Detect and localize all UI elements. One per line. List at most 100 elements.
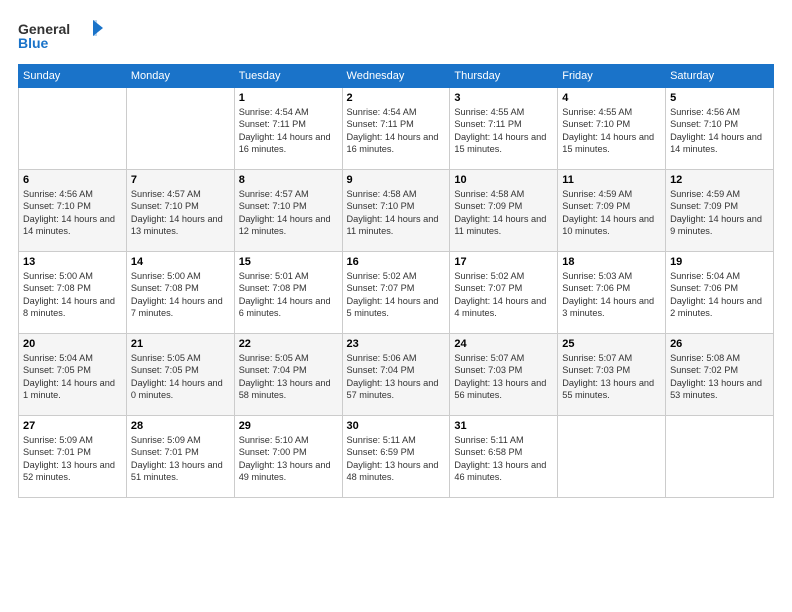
day-number: 18 xyxy=(562,256,661,268)
day-info: Sunrise: 5:00 AM Sunset: 7:08 PM Dayligh… xyxy=(23,270,122,320)
calendar-cell: 24 Sunrise: 5:07 AM Sunset: 7:03 PM Dayli… xyxy=(450,334,558,416)
day-number: 21 xyxy=(131,338,230,350)
calendar-cell: 9 Sunrise: 4:58 AM Sunset: 7:10 PM Daylig… xyxy=(342,170,450,252)
day-number: 3 xyxy=(454,92,553,104)
calendar-cell: 18 Sunrise: 5:03 AM Sunset: 7:06 PM Dayli… xyxy=(558,252,666,334)
day-number: 1 xyxy=(239,92,338,104)
logo: General Blue xyxy=(18,18,108,54)
day-info: Sunrise: 5:10 AM Sunset: 7:00 PM Dayligh… xyxy=(239,434,338,484)
day-info: Sunrise: 5:03 AM Sunset: 7:06 PM Dayligh… xyxy=(562,270,661,320)
day-number: 11 xyxy=(562,174,661,186)
weekday-header-saturday: Saturday xyxy=(666,65,774,88)
day-info: Sunrise: 5:00 AM Sunset: 7:08 PM Dayligh… xyxy=(131,270,230,320)
calendar-cell: 28 Sunrise: 5:09 AM Sunset: 7:01 PM Dayli… xyxy=(126,416,234,498)
calendar-cell xyxy=(126,88,234,170)
calendar-cell: 30 Sunrise: 5:11 AM Sunset: 6:59 PM Dayli… xyxy=(342,416,450,498)
day-info: Sunrise: 4:58 AM Sunset: 7:09 PM Dayligh… xyxy=(454,188,553,238)
day-info: Sunrise: 4:59 AM Sunset: 7:09 PM Dayligh… xyxy=(670,188,769,238)
day-info: Sunrise: 5:02 AM Sunset: 7:07 PM Dayligh… xyxy=(454,270,553,320)
day-info: Sunrise: 4:56 AM Sunset: 7:10 PM Dayligh… xyxy=(670,106,769,156)
calendar-cell xyxy=(666,416,774,498)
calendar-cell: 17 Sunrise: 5:02 AM Sunset: 7:07 PM Dayli… xyxy=(450,252,558,334)
day-info: Sunrise: 4:58 AM Sunset: 7:10 PM Dayligh… xyxy=(347,188,446,238)
day-number: 10 xyxy=(454,174,553,186)
day-info: Sunrise: 5:07 AM Sunset: 7:03 PM Dayligh… xyxy=(454,352,553,402)
weekday-header-wednesday: Wednesday xyxy=(342,65,450,88)
calendar-table: SundayMondayTuesdayWednesdayThursdayFrid… xyxy=(18,64,774,498)
svg-text:Blue: Blue xyxy=(18,35,49,51)
day-info: Sunrise: 4:54 AM Sunset: 7:11 PM Dayligh… xyxy=(239,106,338,156)
day-info: Sunrise: 5:04 AM Sunset: 7:06 PM Dayligh… xyxy=(670,270,769,320)
day-info: Sunrise: 5:07 AM Sunset: 7:03 PM Dayligh… xyxy=(562,352,661,402)
calendar-cell: 5 Sunrise: 4:56 AM Sunset: 7:10 PM Daylig… xyxy=(666,88,774,170)
day-number: 23 xyxy=(347,338,446,350)
day-info: Sunrise: 4:57 AM Sunset: 7:10 PM Dayligh… xyxy=(131,188,230,238)
weekday-header-friday: Friday xyxy=(558,65,666,88)
day-info: Sunrise: 4:54 AM Sunset: 7:11 PM Dayligh… xyxy=(347,106,446,156)
day-number: 6 xyxy=(23,174,122,186)
calendar-cell: 29 Sunrise: 5:10 AM Sunset: 7:00 PM Dayli… xyxy=(234,416,342,498)
day-number: 30 xyxy=(347,420,446,432)
day-number: 28 xyxy=(131,420,230,432)
day-info: Sunrise: 5:01 AM Sunset: 7:08 PM Dayligh… xyxy=(239,270,338,320)
day-info: Sunrise: 5:09 AM Sunset: 7:01 PM Dayligh… xyxy=(23,434,122,484)
calendar-cell: 14Sunrise: 5:00 AM Sunset: 7:08 PM Dayli… xyxy=(126,252,234,334)
day-info: Sunrise: 4:56 AM Sunset: 7:10 PM Dayligh… xyxy=(23,188,122,238)
day-number: 20 xyxy=(23,338,122,350)
calendar-cell: 16Sunrise: 5:02 AM Sunset: 7:07 PM Dayli… xyxy=(342,252,450,334)
day-info: Sunrise: 5:05 AM Sunset: 7:04 PM Dayligh… xyxy=(239,352,338,402)
day-number: 12 xyxy=(670,174,769,186)
day-info: Sunrise: 4:55 AM Sunset: 7:10 PM Dayligh… xyxy=(562,106,661,156)
day-info: Sunrise: 5:05 AM Sunset: 7:05 PM Dayligh… xyxy=(131,352,230,402)
weekday-header-monday: Monday xyxy=(126,65,234,88)
calendar-cell: 4 Sunrise: 4:55 AM Sunset: 7:10 PM Daylig… xyxy=(558,88,666,170)
week-row-4: 20 Sunrise: 5:04 AM Sunset: 7:05 PM Dayli… xyxy=(19,334,774,416)
day-info: Sunrise: 5:11 AM Sunset: 6:59 PM Dayligh… xyxy=(347,434,446,484)
calendar-cell: 21 Sunrise: 5:05 AM Sunset: 7:05 PM Dayli… xyxy=(126,334,234,416)
logo-text-block: General Blue xyxy=(18,18,108,54)
calendar-cell: 25 Sunrise: 5:07 AM Sunset: 7:03 PM Dayli… xyxy=(558,334,666,416)
calendar-cell: 20 Sunrise: 5:04 AM Sunset: 7:05 PM Dayli… xyxy=(19,334,127,416)
calendar-cell: 11Sunrise: 4:59 AM Sunset: 7:09 PM Dayli… xyxy=(558,170,666,252)
week-row-5: 27 Sunrise: 5:09 AM Sunset: 7:01 PM Dayli… xyxy=(19,416,774,498)
day-number: 25 xyxy=(562,338,661,350)
calendar-cell: 31Sunrise: 5:11 AM Sunset: 6:58 PM Dayli… xyxy=(450,416,558,498)
calendar-cell xyxy=(558,416,666,498)
calendar-cell: 1 Sunrise: 4:54 AM Sunset: 7:11 PM Daylig… xyxy=(234,88,342,170)
calendar-cell: 22 Sunrise: 5:05 AM Sunset: 7:04 PM Dayli… xyxy=(234,334,342,416)
calendar-cell: 6 Sunrise: 4:56 AM Sunset: 7:10 PM Daylig… xyxy=(19,170,127,252)
day-number: 17 xyxy=(454,256,553,268)
calendar-cell: 23Sunrise: 5:06 AM Sunset: 7:04 PM Dayli… xyxy=(342,334,450,416)
calendar-cell xyxy=(19,88,127,170)
week-row-3: 13Sunrise: 5:00 AM Sunset: 7:08 PM Dayli… xyxy=(19,252,774,334)
day-number: 22 xyxy=(239,338,338,350)
weekday-header-row: SundayMondayTuesdayWednesdayThursdayFrid… xyxy=(19,65,774,88)
weekday-header-tuesday: Tuesday xyxy=(234,65,342,88)
calendar-cell: 12 Sunrise: 4:59 AM Sunset: 7:09 PM Dayli… xyxy=(666,170,774,252)
day-number: 8 xyxy=(239,174,338,186)
day-number: 24 xyxy=(454,338,553,350)
calendar-cell: 2Sunrise: 4:54 AM Sunset: 7:11 PM Daylig… xyxy=(342,88,450,170)
day-number: 19 xyxy=(670,256,769,268)
calendar-cell: 8Sunrise: 4:57 AM Sunset: 7:10 PM Daylig… xyxy=(234,170,342,252)
week-row-1: 1 Sunrise: 4:54 AM Sunset: 7:11 PM Daylig… xyxy=(19,88,774,170)
day-info: Sunrise: 5:04 AM Sunset: 7:05 PM Dayligh… xyxy=(23,352,122,402)
day-number: 16 xyxy=(347,256,446,268)
day-number: 9 xyxy=(347,174,446,186)
calendar-cell: 7Sunrise: 4:57 AM Sunset: 7:10 PM Daylig… xyxy=(126,170,234,252)
day-number: 26 xyxy=(670,338,769,350)
day-number: 29 xyxy=(239,420,338,432)
day-info: Sunrise: 4:55 AM Sunset: 7:11 PM Dayligh… xyxy=(454,106,553,156)
day-number: 27 xyxy=(23,420,122,432)
day-info: Sunrise: 5:09 AM Sunset: 7:01 PM Dayligh… xyxy=(131,434,230,484)
day-info: Sunrise: 5:11 AM Sunset: 6:58 PM Dayligh… xyxy=(454,434,553,484)
calendar-cell: 10 Sunrise: 4:58 AM Sunset: 7:09 PM Dayli… xyxy=(450,170,558,252)
header: General Blue xyxy=(18,18,774,54)
week-row-2: 6 Sunrise: 4:56 AM Sunset: 7:10 PM Daylig… xyxy=(19,170,774,252)
calendar-cell: 13Sunrise: 5:00 AM Sunset: 7:08 PM Dayli… xyxy=(19,252,127,334)
day-info: Sunrise: 5:08 AM Sunset: 7:02 PM Dayligh… xyxy=(670,352,769,402)
day-number: 5 xyxy=(670,92,769,104)
page: General Blue SundayMondayTuesdayWednesda… xyxy=(0,0,792,612)
calendar-cell: 3 Sunrise: 4:55 AM Sunset: 7:11 PM Daylig… xyxy=(450,88,558,170)
day-number: 4 xyxy=(562,92,661,104)
